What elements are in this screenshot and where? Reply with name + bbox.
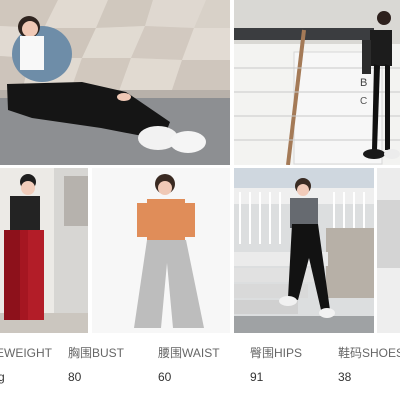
model-photo-orange-sweater: [92, 168, 230, 333]
shoes-label: 鞋码SHOES: [338, 346, 400, 360]
model-photo-storefront: B C: [234, 0, 400, 165]
measurement-labels-row: EWEIGHT 胸围BUST 腰围WAIST 臀围HIPS 鞋码SHOES: [0, 345, 400, 365]
bust-label: 胸围BUST: [68, 346, 125, 360]
model-photo-image: [92, 168, 230, 333]
model-photo-stone-wall: [0, 0, 230, 165]
weight-label: EWEIGHT: [0, 346, 52, 360]
waist-label: 腰围WAIST: [158, 346, 220, 360]
svg-text:C: C: [360, 96, 367, 107]
model-photo-image: [0, 168, 88, 333]
hips-value: 91: [250, 370, 264, 384]
model-photo-red-pants: [0, 168, 88, 333]
bust-value: 80: [68, 370, 82, 384]
model-photo-image: [377, 168, 400, 333]
waist-value: 60: [158, 370, 172, 384]
weight-value: g: [0, 370, 5, 384]
shoes-value: 38: [338, 370, 352, 384]
model-photo-image: B C: [234, 0, 400, 165]
model-photo-outdoor-stairs: [234, 168, 374, 333]
svg-text:B: B: [360, 77, 367, 89]
model-photo-image: [234, 168, 374, 333]
measurement-values-row: g 80 60 91 38: [0, 369, 400, 389]
model-photo-image: [0, 0, 230, 165]
model-photo-partial: [377, 168, 400, 333]
hips-label: 臀围HIPS: [250, 346, 303, 360]
product-detail-page: B C EWEIGHT 胸围BUST 腰围WAIST 臀围HIPS 鞋码SHOE…: [0, 0, 400, 400]
